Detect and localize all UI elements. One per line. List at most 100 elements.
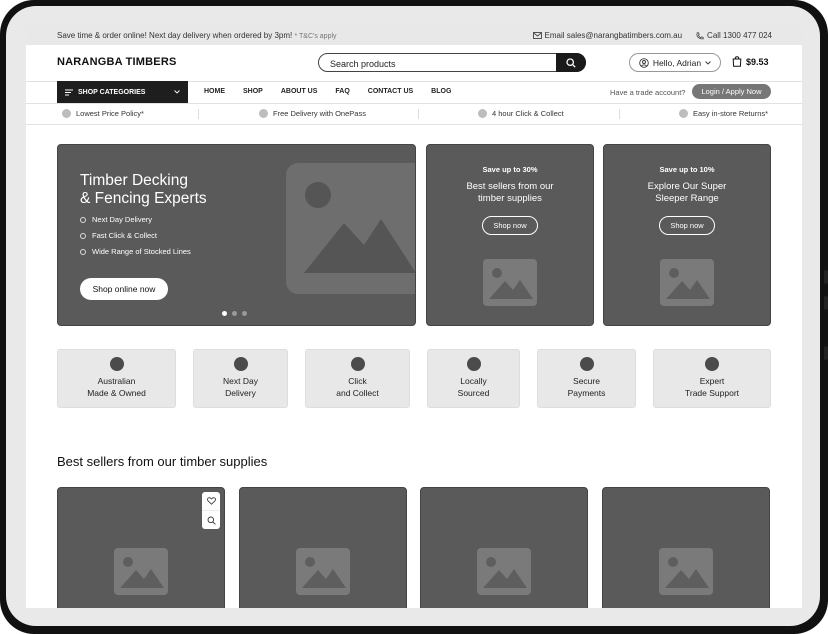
- product-image-placeholder: [477, 548, 531, 595]
- phone-link[interactable]: Call 1300 477 024: [696, 31, 772, 40]
- usp-icon: [259, 109, 268, 118]
- feature-tile: Click and Collect: [305, 349, 410, 408]
- product-card[interactable]: [602, 487, 770, 608]
- nav-link-contact[interactable]: CONTACT US: [368, 88, 413, 95]
- shopping-bag-icon: [732, 56, 742, 67]
- nav-link-shop[interactable]: SHOP: [243, 88, 263, 95]
- chevron-down-icon: [705, 60, 711, 65]
- announcement-bar: Save time & order online! Next day deliv…: [26, 26, 802, 45]
- nav-link-blog[interactable]: BLOG: [431, 88, 451, 95]
- search-bar: [318, 53, 586, 72]
- hero-bullet: Next Day Delivery: [80, 215, 191, 224]
- usp-item: Easy in-store Returns*: [679, 109, 768, 118]
- check-circle-icon: [80, 216, 86, 223]
- usp-label: Lowest Price Policy*: [76, 109, 144, 118]
- site-header: NARANGBA TIMBERS Hello, Adrian $9.53: [26, 45, 802, 82]
- search-input[interactable]: [328, 56, 552, 71]
- feature-icon: [350, 357, 365, 371]
- shop-now-button[interactable]: Shop now: [482, 216, 538, 235]
- promo-image-placeholder: [660, 259, 714, 306]
- usp-strip: Lowest Price Policy* Free Delivery with …: [26, 104, 802, 125]
- shop-categories-label: SHOP CATEGORIES: [78, 88, 146, 96]
- feature-tile: Secure Payments: [537, 349, 636, 408]
- hero-bullet: Wide Range of Stocked Lines: [80, 247, 191, 256]
- nav-link-home[interactable]: HOME: [204, 88, 225, 95]
- shop-categories-button[interactable]: SHOP CATEGORIES: [57, 81, 188, 103]
- usp-item: 4 hour Click & Collect: [478, 109, 564, 118]
- carousel-dot[interactable]: [232, 311, 237, 316]
- user-icon: [639, 57, 649, 68]
- side-button: [824, 296, 828, 310]
- email-text: Email sales@narangbatimbers.com.au: [544, 31, 683, 40]
- feature-icon: [466, 357, 481, 371]
- section-title: Best sellers from our timber supplies: [57, 454, 268, 469]
- product-card[interactable]: [57, 487, 225, 608]
- carousel-dots: [222, 311, 247, 316]
- account-menu-button[interactable]: Hello, Adrian: [629, 53, 721, 72]
- hero-bullets: Next Day Delivery Fast Click & Collect W…: [80, 215, 191, 263]
- side-button: [824, 270, 828, 284]
- heart-icon: [206, 497, 216, 505]
- product-card[interactable]: [239, 487, 407, 608]
- hero-banner: Timber Decking & Fencing Experts Next Day…: [57, 144, 416, 326]
- promo-save-label: Save up to 10%: [659, 165, 715, 174]
- feature-icon: [109, 357, 124, 371]
- usp-icon: [62, 109, 71, 118]
- promo-card-best-sellers: Save up to 30% Best sellers from our timb…: [426, 144, 594, 326]
- product-image-placeholder: [296, 548, 350, 595]
- feature-tile: Locally Sourced: [427, 349, 520, 408]
- wishlist-button[interactable]: [202, 492, 220, 510]
- nav-link-about[interactable]: ABOUT US: [281, 88, 318, 95]
- promo-title: Explore Our Super Sleeper Range: [647, 181, 727, 204]
- trade-account-text: Have a trade account?: [610, 88, 686, 97]
- search-button[interactable]: [556, 53, 586, 72]
- product-image-placeholder: [114, 548, 168, 595]
- image-icon: [302, 557, 346, 588]
- side-button: [824, 346, 828, 360]
- mail-icon: [532, 32, 542, 39]
- image-icon: [304, 182, 415, 273]
- image-icon: [120, 557, 164, 588]
- usp-icon: [679, 109, 688, 118]
- email-link[interactable]: Email sales@narangbatimbers.com.au: [532, 31, 683, 40]
- quick-view-button[interactable]: [202, 510, 220, 529]
- divider: [198, 109, 199, 119]
- carousel-dot[interactable]: [242, 311, 247, 316]
- usp-item: Lowest Price Policy*: [62, 109, 144, 118]
- shop-online-button[interactable]: Shop online now: [80, 278, 168, 300]
- tablet-frame: Save time & order online! Next day deliv…: [0, 0, 828, 634]
- menu-icon: [65, 89, 73, 95]
- divider: [418, 109, 419, 119]
- hero-image-placeholder: [286, 163, 415, 294]
- image-icon: [665, 557, 709, 588]
- screen: Save time & order online! Next day deliv…: [26, 26, 802, 608]
- promo-card-sleepers: Save up to 10% Explore Our Super Sleeper …: [603, 144, 771, 326]
- main-nav: SHOP CATEGORIES HOME SHOP ABOUT US FAQ C…: [26, 81, 802, 104]
- terms-note[interactable]: * T&C's apply: [294, 33, 336, 40]
- search-icon: [566, 57, 576, 68]
- login-button[interactable]: Login / Apply Now: [692, 84, 771, 99]
- chevron-down-icon: [174, 90, 180, 94]
- promo-title: Best sellers from our timber supplies: [466, 181, 554, 204]
- image-icon: [489, 268, 533, 299]
- image-icon: [666, 268, 710, 299]
- usp-label: Easy in-store Returns*: [693, 109, 769, 118]
- feature-tile: Next Day Delivery: [193, 349, 288, 408]
- cart-total: $9.53: [746, 56, 769, 67]
- usp-item: Free Delivery with OnePass: [259, 109, 366, 118]
- phone-text: Call 1300 477 024: [707, 31, 772, 40]
- shop-now-button[interactable]: Shop now: [659, 216, 715, 235]
- promo-image-placeholder: [483, 259, 537, 306]
- product-card[interactable]: [420, 487, 588, 608]
- cart-button[interactable]: $9.53: [732, 56, 769, 67]
- nav-link-faq[interactable]: FAQ: [335, 88, 349, 95]
- feature-tile: Australian Made & Owned: [57, 349, 176, 408]
- feature-tile: Expert Trade Support: [653, 349, 771, 408]
- site-logo[interactable]: NARANGBA TIMBERS: [57, 56, 177, 68]
- check-circle-icon: [80, 232, 86, 239]
- feature-icon: [705, 357, 719, 371]
- feature-icon: [579, 357, 594, 371]
- promo-save-label: Save up to 30%: [482, 165, 538, 174]
- usp-icon: [478, 109, 487, 118]
- carousel-dot[interactable]: [222, 311, 227, 316]
